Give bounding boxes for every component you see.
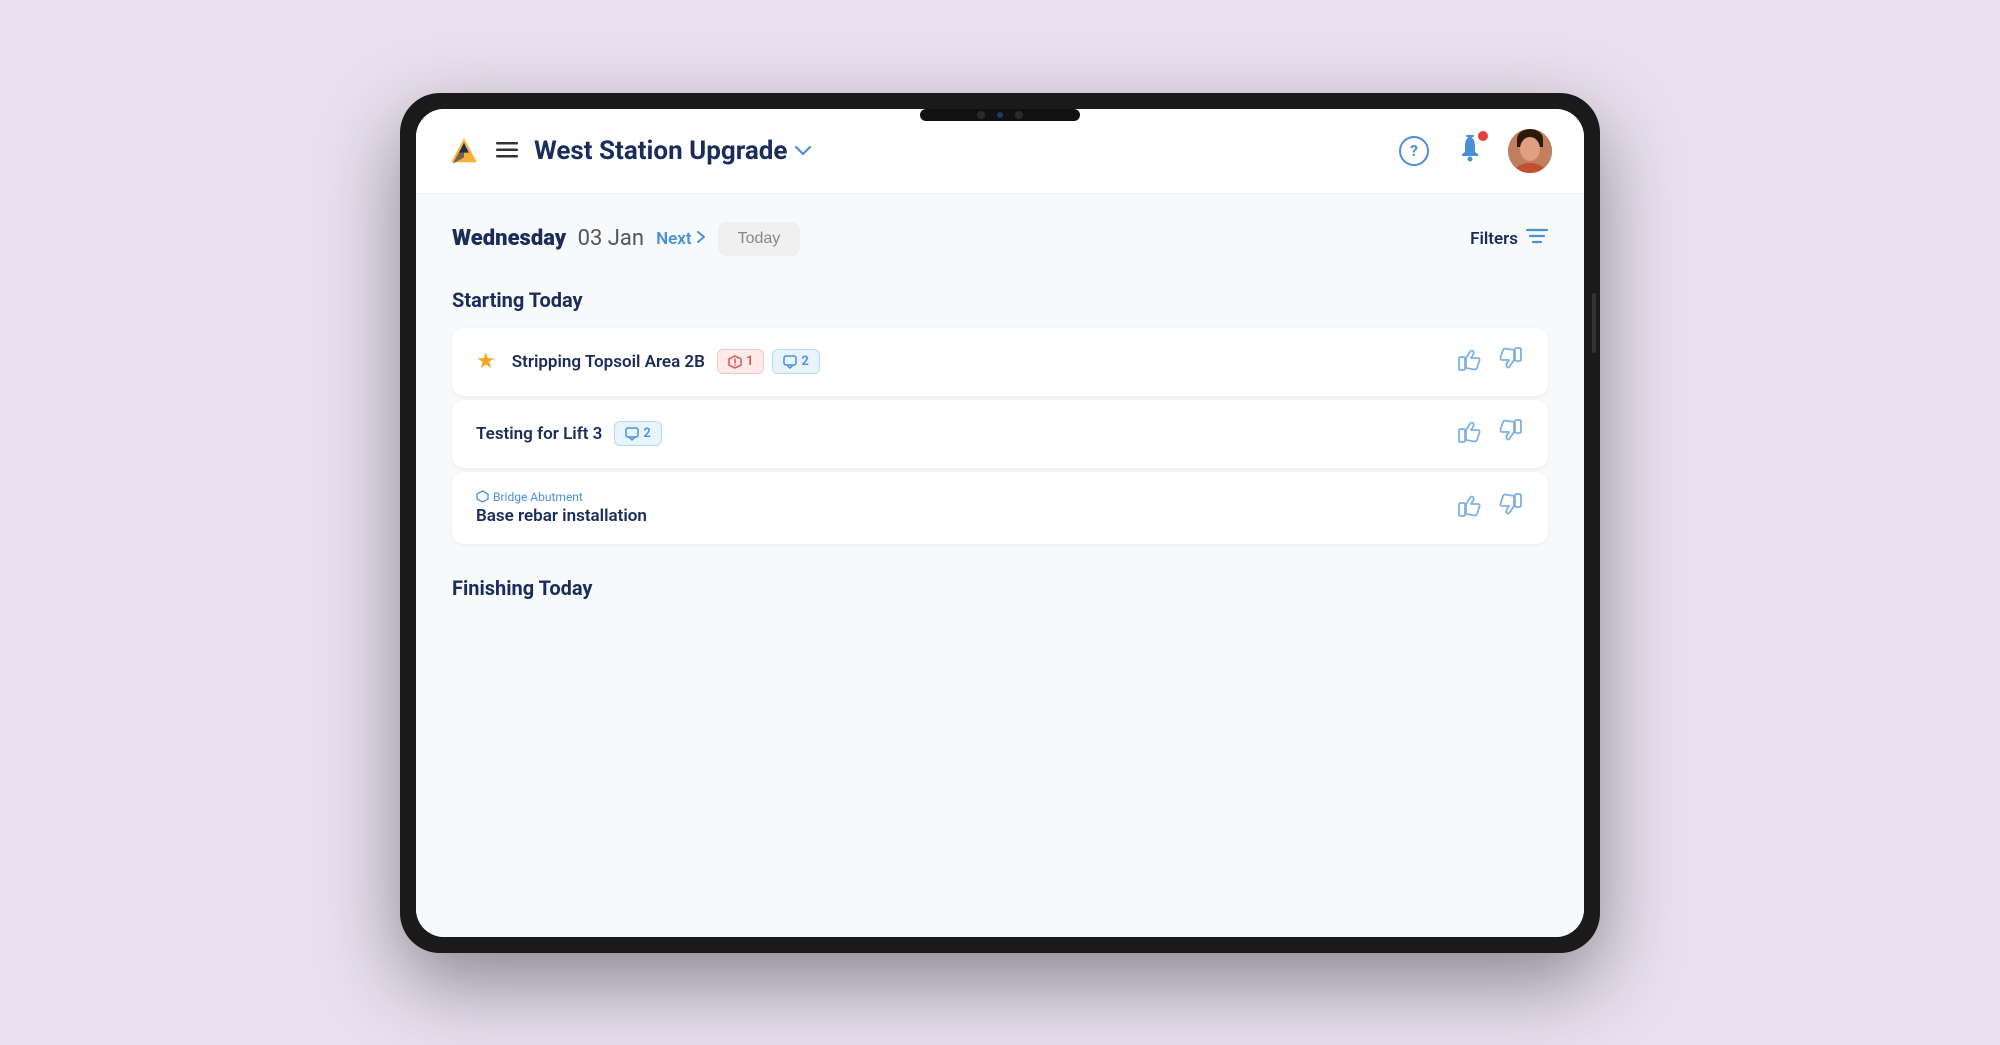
- thumbs-down-button[interactable]: [1498, 492, 1524, 524]
- header: West Station Upgrade ?: [416, 109, 1584, 194]
- avatar-image: [1508, 129, 1552, 173]
- issue-badge[interactable]: 1: [717, 349, 764, 374]
- header-actions: ?: [1396, 129, 1552, 173]
- comment-badge[interactable]: 2: [772, 349, 819, 374]
- side-button: [1592, 293, 1596, 353]
- project-title: West Station Upgrade: [534, 136, 787, 166]
- today-button[interactable]: Today: [718, 222, 801, 256]
- app-logo: [448, 135, 480, 167]
- comment-badge-icon: [625, 427, 639, 441]
- screen: West Station Upgrade ?: [416, 109, 1584, 937]
- hamburger-menu[interactable]: [496, 139, 518, 163]
- task-parent-label: Bridge Abutment: [476, 490, 647, 504]
- project-title-area: West Station Upgrade: [534, 136, 1380, 166]
- thumbs-up-button[interactable]: [1456, 346, 1482, 378]
- task-actions: [1456, 418, 1524, 450]
- user-avatar[interactable]: [1508, 129, 1552, 173]
- task-actions: [1456, 346, 1524, 378]
- filters-area[interactable]: Filters: [1470, 227, 1548, 250]
- camera: [997, 112, 1003, 118]
- notifications-button[interactable]: [1452, 133, 1488, 169]
- task-row[interactable]: Bridge Abutment Base rebar installation: [452, 472, 1548, 544]
- thumbs-down-button[interactable]: [1498, 418, 1524, 450]
- comment-badge[interactable]: 2: [614, 421, 661, 446]
- task-actions: [1456, 492, 1524, 524]
- issue-badge-icon: [728, 355, 742, 369]
- task-info: Stripping Topsoil Area 2B 1: [512, 349, 1440, 374]
- tablet-notch: [920, 109, 1080, 121]
- logo-icon: [448, 135, 480, 167]
- task-name: Base rebar installation: [476, 506, 647, 526]
- section-title-starting-today: Starting Today: [452, 288, 1548, 312]
- filter-icon: [1526, 227, 1548, 250]
- project-dropdown-icon[interactable]: [795, 140, 811, 161]
- help-icon: ?: [1399, 136, 1429, 166]
- date-nav: Wednesday 03 Jan Next Today Fil: [452, 222, 1548, 256]
- task-row[interactable]: ★ Stripping Topsoil Area 2B: [452, 328, 1548, 396]
- help-button[interactable]: ?: [1396, 133, 1432, 169]
- task-list-starting-today: ★ Stripping Topsoil Area 2B: [452, 328, 1548, 544]
- date-label: 03 Jan: [578, 226, 644, 251]
- comment-badge-icon: [783, 355, 797, 369]
- day-label: Wednesday: [452, 226, 566, 251]
- thumbs-up-button[interactable]: [1456, 492, 1482, 524]
- task-row[interactable]: Testing for Lift 3 2: [452, 400, 1548, 468]
- task-name: Testing for Lift 3: [476, 424, 602, 444]
- thumbs-down-button[interactable]: [1498, 346, 1524, 378]
- star-icon[interactable]: ★: [476, 349, 496, 374]
- thumbs-up-button[interactable]: [1456, 418, 1482, 450]
- next-label: Next: [656, 229, 692, 249]
- task-with-parent: Bridge Abutment Base rebar installation: [476, 490, 647, 526]
- notification-badge: [1476, 129, 1490, 143]
- section-title-finishing-today: Finishing Today: [452, 576, 1548, 600]
- date-display: Wednesday 03 Jan: [452, 226, 644, 251]
- filters-label: Filters: [1470, 229, 1518, 249]
- task-badges: 2: [614, 421, 661, 446]
- section-finishing-today: Finishing Today: [452, 576, 1548, 600]
- notch-dot-left: [977, 111, 985, 119]
- task-info: Testing for Lift 3 2: [476, 421, 1440, 446]
- section-starting-today: Starting Today ★ Stripping Topsoil Area …: [452, 288, 1548, 544]
- task-info: Bridge Abutment Base rebar installation: [476, 490, 1440, 526]
- next-chevron-icon: [696, 230, 706, 248]
- task-name: Stripping Topsoil Area 2B: [512, 352, 705, 372]
- next-button[interactable]: Next: [656, 229, 706, 249]
- main-content: Wednesday 03 Jan Next Today Fil: [416, 194, 1584, 937]
- task-badges: 1 2: [717, 349, 820, 374]
- date-left: Wednesday 03 Jan Next Today: [452, 222, 800, 256]
- tablet-frame: West Station Upgrade ?: [400, 93, 1600, 953]
- notch-dot-right: [1015, 111, 1023, 119]
- parent-icon: [476, 490, 489, 503]
